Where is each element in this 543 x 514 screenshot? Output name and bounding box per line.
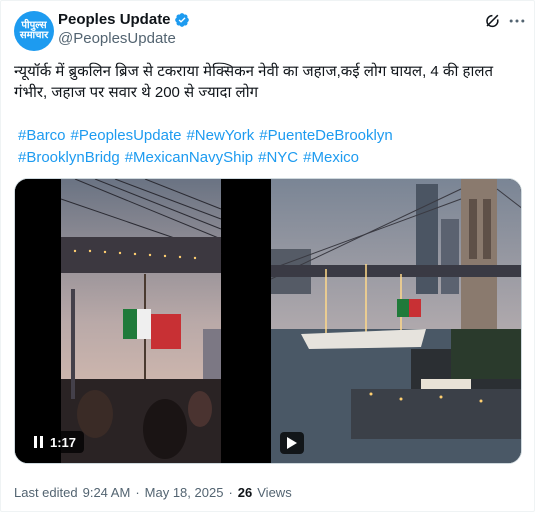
play-icon bbox=[287, 437, 297, 449]
hashtag-link[interactable]: #Mexico bbox=[303, 149, 359, 166]
video-play-badge[interactable] bbox=[280, 432, 304, 454]
avatar[interactable]: पीपुल्स समाचार bbox=[14, 11, 54, 51]
hashtag-link[interactable]: #NYC bbox=[258, 149, 298, 166]
views-label: Views bbox=[257, 485, 292, 500]
hashtag-link[interactable]: #BrooklynBridg bbox=[18, 149, 120, 166]
video-player-1[interactable]: 1:17 bbox=[15, 179, 268, 463]
verified-badge-icon bbox=[174, 12, 189, 27]
tweet-meta: Last edited 9:24 AM · May 18, 2025 · 26 … bbox=[14, 485, 292, 500]
video-thumbnail-2 bbox=[271, 179, 521, 463]
video-duration-badge[interactable]: 1:17 bbox=[26, 431, 85, 453]
hashtag-link[interactable]: #NewYork bbox=[186, 127, 254, 144]
video-thumbnail-1 bbox=[15, 179, 268, 463]
hashtag-list: #Barco #PeoplesUpdate #NewYork #PuenteDeBro… bbox=[18, 125, 523, 169]
tweet-card[interactable]: पीपुल्स समाचार Peoples Update @PeoplesUp… bbox=[0, 0, 535, 512]
author-handle[interactable]: @PeoplesUpdate bbox=[58, 30, 176, 47]
author-display-name[interactable]: Peoples Update bbox=[58, 11, 171, 28]
avatar-logo-text: पीपुल्स समाचार bbox=[19, 20, 49, 41]
edited-label[interactable]: Last edited bbox=[14, 485, 78, 500]
media-grid: 1:17 bbox=[14, 178, 522, 464]
video-player-2[interactable] bbox=[271, 179, 521, 463]
video-duration: 1:17 bbox=[50, 434, 77, 450]
hashtag-link[interactable]: #PuenteDeBrooklyn bbox=[259, 127, 392, 144]
hashtag-link[interactable]: #PeoplesUpdate bbox=[71, 127, 182, 144]
separator: · bbox=[228, 485, 233, 500]
separator: · bbox=[135, 485, 140, 500]
views-count: 26 bbox=[237, 485, 253, 500]
post-time[interactable]: 9:24 AM bbox=[83, 485, 131, 500]
tweet-text: न्यूयॉर्क में ब्रुकलिन ब्रिज से टकराया म… bbox=[14, 63, 494, 101]
grok-icon[interactable] bbox=[482, 11, 502, 31]
hashtag-link[interactable]: #Barco bbox=[18, 127, 66, 144]
pause-icon bbox=[34, 436, 43, 448]
post-date[interactable]: May 18, 2025 bbox=[145, 485, 224, 500]
author-name-row: Peoples Update bbox=[58, 11, 190, 28]
hashtag-link[interactable]: #MexicanNavyShip bbox=[125, 149, 253, 166]
more-options-icon[interactable] bbox=[507, 11, 527, 31]
